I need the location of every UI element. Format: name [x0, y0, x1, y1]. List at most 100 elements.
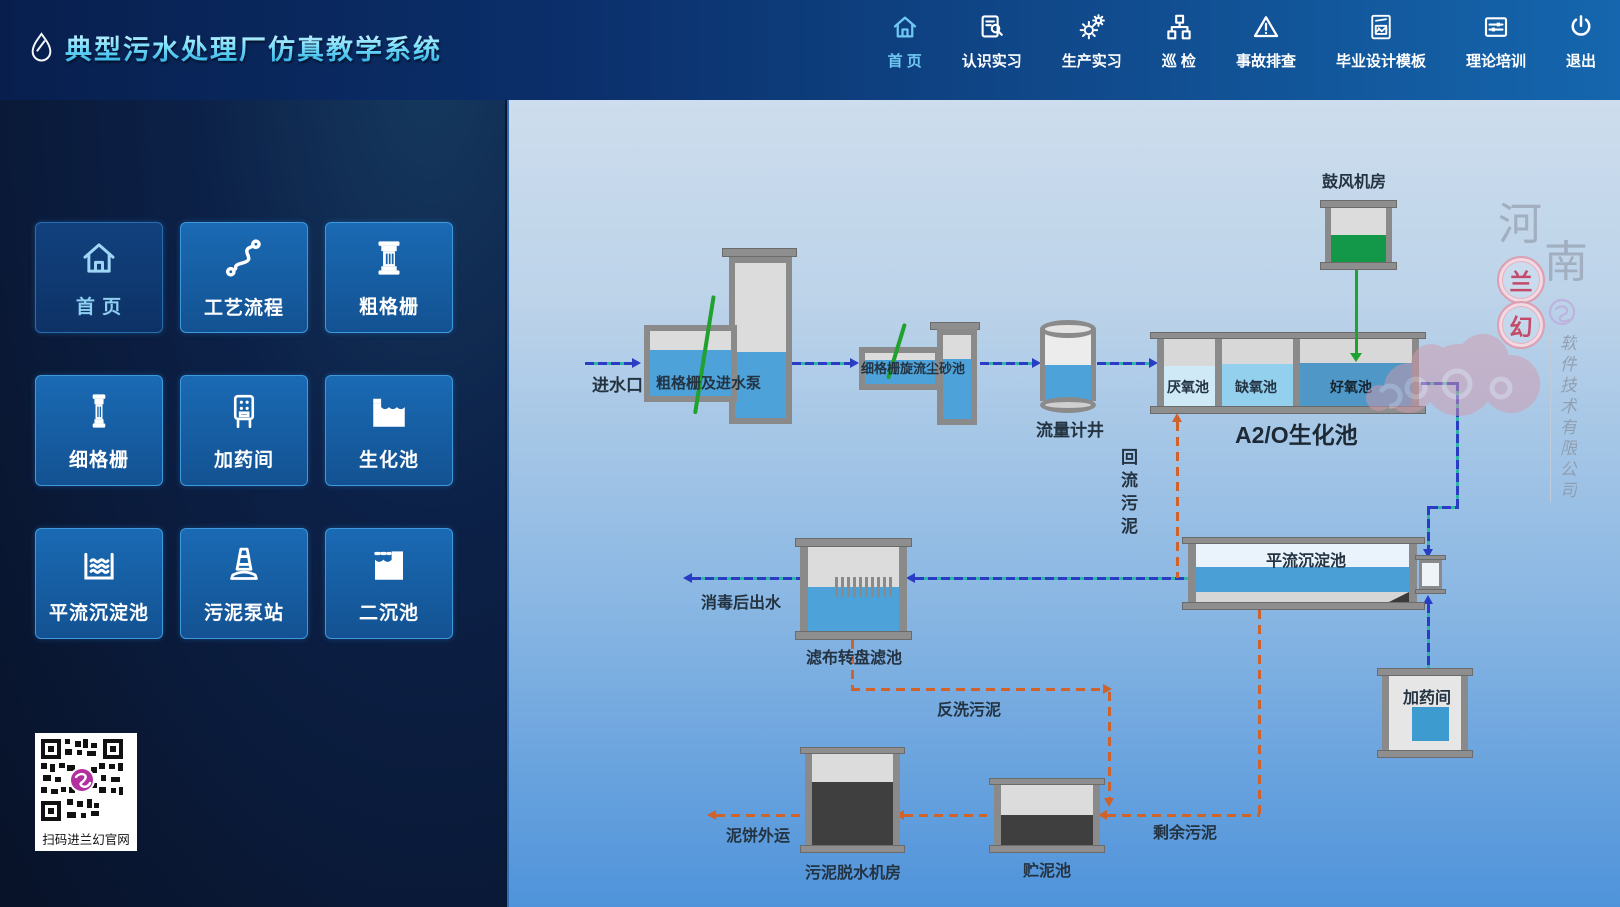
nav-label: 理论培训 — [1466, 50, 1526, 71]
coarse-screen-tower-cap — [722, 248, 797, 257]
nav-item-theory-training[interactable]: 理论培训 — [1466, 12, 1526, 71]
flow-arrow — [906, 573, 915, 583]
tile-label: 污泥泵站 — [204, 598, 284, 625]
watermark-char-henan-2: 南 — [1544, 226, 1588, 290]
sidebar-item-sludge-pump[interactable]: 污泥泵站 — [180, 528, 308, 639]
fine-screen-icon — [78, 390, 120, 432]
sidebar-item-coarse-screen[interactable]: 粗格栅 — [325, 222, 453, 333]
storage-top-cap — [989, 778, 1105, 785]
blower-fill — [1331, 235, 1386, 262]
coarse-screen-icon — [368, 237, 410, 279]
sedimentation-label: 平流沉淀池 — [1266, 547, 1346, 571]
outlet-flange — [1415, 589, 1446, 594]
sidebar-item-bio-tank[interactable]: 生化池 — [325, 375, 453, 486]
company-logo-icon — [1546, 296, 1578, 328]
fine-screen-label: 细格栅旋流尘砂池 — [861, 358, 965, 377]
outflow-label: 消毒后出水 — [701, 589, 781, 613]
qr-code-block: 扫码进兰幻官网 — [35, 733, 137, 851]
cloth-filter-tank — [800, 547, 907, 631]
anoxic-chamber: 缺氧池 — [1222, 339, 1293, 406]
sedimentation-tank-icon — [78, 543, 120, 585]
sludge-storage-tank — [994, 785, 1100, 845]
nav-label: 巡 检 — [1162, 50, 1196, 71]
nav-item-home[interactable]: 首 页 — [888, 12, 922, 71]
flow-line-inlet — [585, 362, 632, 365]
watermark-divider — [1550, 332, 1551, 502]
tile-label: 生化池 — [359, 445, 419, 472]
sedimentation-bottom-rail — [1182, 602, 1425, 610]
template-document-icon — [1366, 12, 1396, 42]
gears-icon — [1077, 12, 1107, 42]
nav-item-inspection[interactable]: 巡 检 — [1162, 12, 1196, 71]
flow-meter-label: 流量计井 — [1036, 416, 1104, 441]
brand-seal-lan: 兰 — [1497, 256, 1545, 304]
coarse-screen-tower — [729, 257, 792, 424]
dewatering-label: 污泥脱水机房 — [805, 859, 901, 883]
watermark-char-henan-1: 河 — [1498, 188, 1542, 252]
nav-item-graduation-template[interactable]: 毕业设计模板 — [1336, 12, 1426, 71]
flow-meter-well — [1040, 320, 1096, 413]
inlet-label: 进水口 — [592, 371, 643, 396]
filter-teeth — [835, 577, 893, 597]
excess-sludge-line — [1107, 814, 1260, 817]
nav-item-exit[interactable]: 退出 — [1566, 12, 1596, 71]
home-icon — [78, 237, 120, 279]
blower-bottom-cap — [1320, 262, 1397, 270]
nav-item-incident-troubleshoot[interactable]: 事故排查 — [1236, 12, 1296, 71]
brand: 典型污水处理厂仿真教学系统 — [28, 28, 442, 67]
nav-label: 退出 — [1566, 50, 1596, 71]
sludge-pump-icon — [223, 543, 265, 585]
sludge-arrow — [1172, 413, 1182, 422]
bio-tank-icon — [368, 390, 410, 432]
water — [1045, 365, 1091, 401]
brand-seal-huan: 幻 — [1497, 301, 1545, 349]
sidebar-item-secondary-tank[interactable]: 二沉池 — [325, 528, 453, 639]
fine-screen-column — [937, 329, 977, 425]
sliders-panel-icon — [1481, 12, 1511, 42]
a2o-label: A2/O生化池 — [1235, 416, 1358, 450]
sedimentation-top-rail — [1182, 537, 1425, 544]
tile-label: 平流沉淀池 — [49, 598, 149, 625]
dosing-room: 加药间 — [1382, 676, 1468, 750]
flow-line-fine-to-meter — [980, 362, 1032, 365]
nav-label: 事故排查 — [1236, 50, 1296, 71]
anoxic-label: 缺氧池 — [1235, 377, 1277, 397]
company-name-vertical: 软件技术有限公司 — [1554, 334, 1579, 514]
sidebar-item-h-sedimentation[interactable]: 平流沉淀池 — [35, 528, 163, 639]
nav-item-cognition-practice[interactable]: 认识实习 — [962, 12, 1022, 71]
excess-sludge-line — [1258, 610, 1261, 817]
backwash-label: 反洗污泥 — [937, 696, 1001, 720]
sidebar-item-process-flow[interactable]: 工艺流程 — [180, 222, 308, 333]
backwash-line — [1108, 692, 1111, 798]
cake-out-line — [716, 814, 805, 817]
secondary-tank-icon — [368, 543, 410, 585]
excess-sludge-label: 剩余污泥 — [1153, 819, 1217, 843]
flow-line-outflow — [692, 577, 800, 580]
cloth-filter-label: 滤布转盘滤池 — [806, 644, 902, 668]
storage-label: 贮泥池 — [1023, 857, 1071, 881]
anaerobic-chamber: 厌氧池 — [1164, 339, 1215, 406]
sidebar-item-home[interactable]: 首 页 — [35, 222, 163, 333]
dosing-bottom-cap — [1377, 750, 1473, 758]
process-diagram: 厌氧池 缺氧池 好氧池 A2/O生化池 鼓风机房 平流沉淀池 加药间 — [507, 100, 1620, 907]
nav-item-production-practice[interactable]: 生产实习 — [1062, 12, 1122, 71]
flow-line-meter-to-a2o — [1097, 362, 1149, 365]
dewatering-house — [805, 754, 900, 845]
cake-out-label: 泥饼外运 — [726, 822, 790, 846]
nav-label: 毕业设计模板 — [1336, 50, 1426, 71]
blower-house — [1325, 208, 1392, 262]
sludge-arrow — [707, 810, 716, 820]
sidebar: 首 页 工艺流程 粗格栅 细格栅 — [0, 100, 505, 907]
warning-triangle-icon — [1251, 12, 1281, 42]
sidebar-item-fine-screen[interactable]: 细格栅 — [35, 375, 163, 486]
nav-label: 生产实习 — [1062, 50, 1122, 71]
sedimentation-tank: 平流沉淀池 — [1188, 544, 1417, 602]
flow-line-sed-to-filter — [915, 577, 1188, 580]
home-icon — [890, 12, 920, 42]
filter-top-cap — [795, 538, 912, 547]
tile-label: 加药间 — [214, 445, 274, 472]
sidebar-item-dosing-room[interactable]: 加药间 — [180, 375, 308, 486]
anaerobic-label: 厌氧池 — [1167, 377, 1209, 397]
qr-code — [39, 737, 125, 823]
dosing-label: 加药间 — [1403, 684, 1451, 708]
